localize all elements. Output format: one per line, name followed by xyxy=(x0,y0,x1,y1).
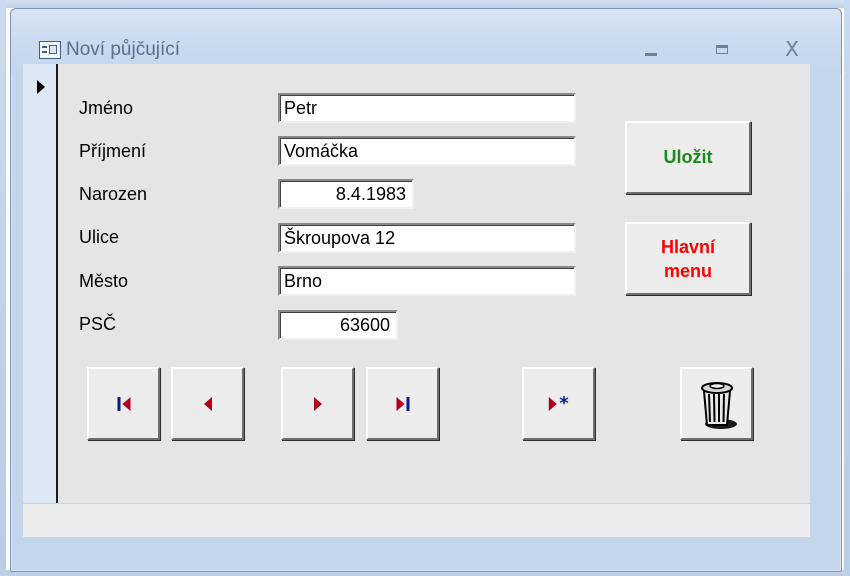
window-title: Noví půjčující xyxy=(66,39,181,60)
mesto-field[interactable]: Brno xyxy=(278,266,576,296)
next-record-button[interactable] xyxy=(281,367,354,440)
ulice-field[interactable]: Škroupova 12 xyxy=(278,223,576,253)
first-record-icon xyxy=(117,396,130,411)
current-record-icon xyxy=(37,80,45,94)
main-menu-label-line2: menu xyxy=(663,261,712,281)
first-record-button[interactable] xyxy=(87,367,160,440)
save-button[interactable]: Uložit xyxy=(625,121,751,194)
form-icon xyxy=(39,41,61,59)
status-bar xyxy=(23,503,810,537)
previous-record-icon xyxy=(203,396,212,411)
frame-left-border xyxy=(0,0,6,576)
prijmeni-field[interactable]: Vomáčka xyxy=(278,136,576,166)
close-button[interactable]: X xyxy=(777,37,807,61)
psc-field[interactable]: 63600 xyxy=(278,310,398,340)
jmeno-field[interactable]: Petr xyxy=(278,93,576,123)
new-record-button[interactable]: * xyxy=(522,367,595,440)
label-mesto: Město xyxy=(79,271,129,291)
delete-record-button[interactable] xyxy=(680,367,753,440)
previous-record-button[interactable] xyxy=(171,367,244,440)
label-jmeno: Jméno xyxy=(79,98,134,118)
save-button-label: Uložit xyxy=(663,147,713,167)
main-menu-label-line1: Hlavní xyxy=(660,237,716,257)
main-menu-button[interactable]: Hlavní menu xyxy=(625,222,751,295)
next-record-icon xyxy=(313,396,322,411)
minimize-button[interactable] xyxy=(636,37,666,61)
narozen-field[interactable]: 8.4.1983 xyxy=(278,179,414,209)
record-selector[interactable] xyxy=(23,64,58,503)
frame-right-border xyxy=(844,0,850,576)
label-prijmeni: Příjmení xyxy=(79,141,147,161)
label-ulice: Ulice xyxy=(79,227,120,247)
new-record-icon: * xyxy=(548,394,569,412)
label-narozen: Narozen xyxy=(79,184,148,204)
last-record-button[interactable] xyxy=(366,367,439,440)
label-psc: PSČ xyxy=(79,314,117,334)
frame-top-border xyxy=(0,0,850,8)
last-record-icon xyxy=(396,396,409,411)
form-client-area: Jméno Příjmení Narozen Ulice Město PSČ P… xyxy=(23,64,810,503)
maximize-button[interactable] xyxy=(708,37,738,61)
trash-can-icon xyxy=(700,381,737,429)
